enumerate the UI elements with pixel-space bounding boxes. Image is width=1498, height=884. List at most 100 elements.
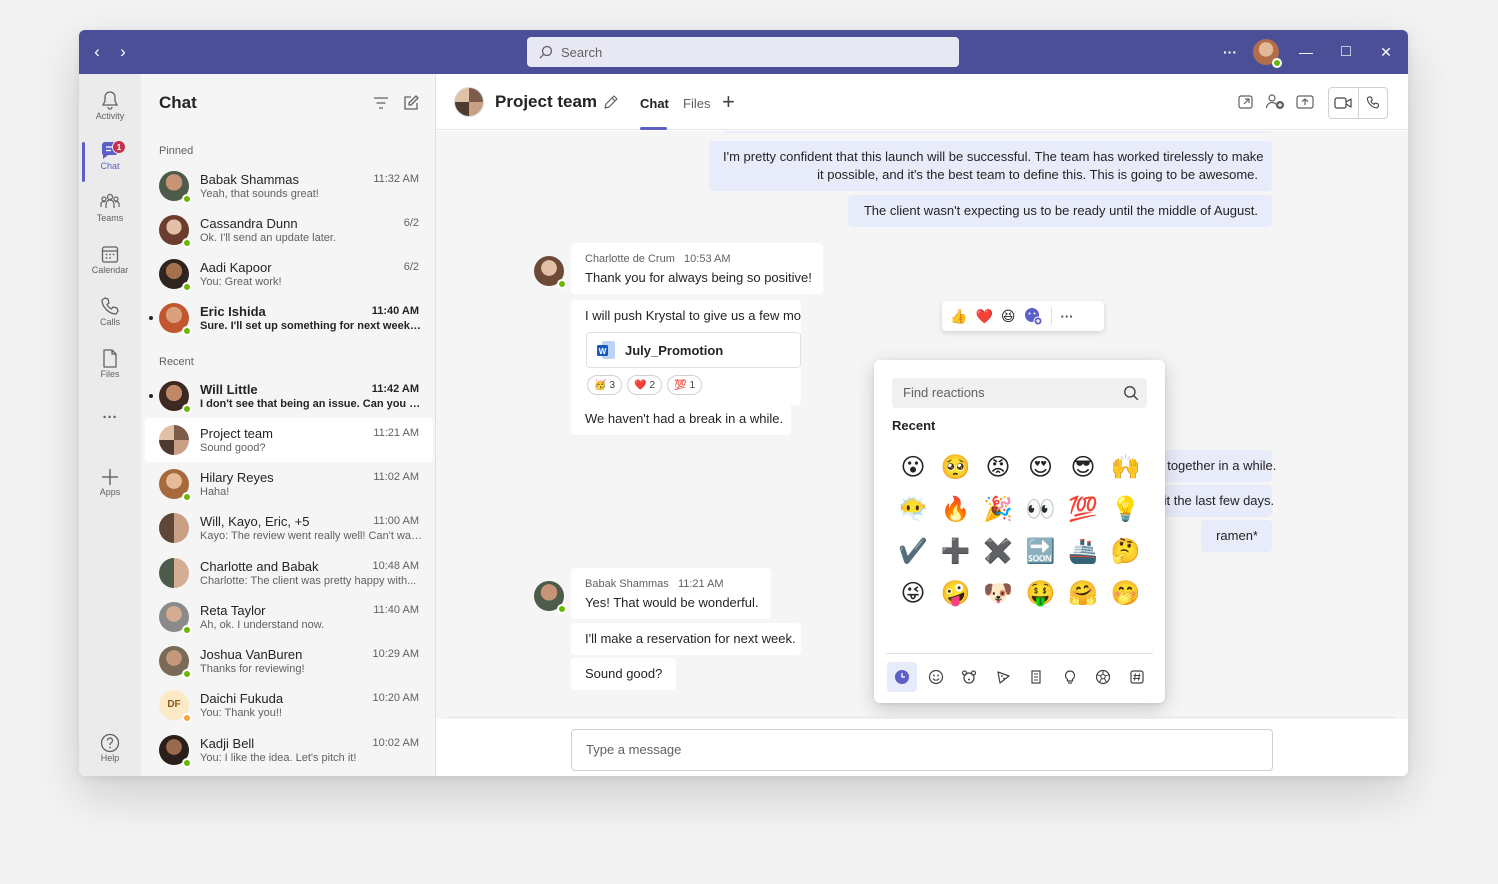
reaction-pill-party[interactable]: 🥳 3 [587, 375, 623, 395]
rail-item-chat[interactable]: 1 Chat [79, 136, 141, 184]
emoji-option[interactable]: 🥺 [935, 447, 977, 489]
emoji-option[interactable]: 😮 [892, 447, 934, 489]
filter-icon[interactable] [372, 94, 390, 112]
back-button[interactable]: ‹ [87, 42, 107, 62]
chat-item-group-will-kayo-eric[interactable]: Will, Kayo, Eric, +5 Kayo: The review we… [145, 506, 433, 550]
rail-item-help[interactable]: Help [79, 728, 141, 776]
emoji-option[interactable]: 🙌 [1105, 447, 1147, 489]
edit-pencil-icon[interactable] [602, 93, 620, 111]
tab-chat[interactable]: Chat [640, 96, 669, 111]
rail-item-apps[interactable]: Apps [79, 462, 141, 510]
more-actions-button[interactable]: ··· [1060, 309, 1073, 324]
emoji-option[interactable]: 🤭 [1105, 573, 1147, 615]
emoji-option[interactable]: 🤑 [1020, 573, 1062, 615]
emoji-option[interactable]: 🔜 [1020, 531, 1062, 573]
profile-avatar[interactable] [1253, 39, 1282, 68]
message-bubble[interactable]: Sound good? [571, 658, 676, 690]
emoji-option[interactable]: 😍 [1020, 447, 1062, 489]
chat-item-reta-taylor[interactable]: Reta Taylor Ah, ok. I understand now. 11… [145, 595, 433, 639]
chat-item-eric-ishida[interactable]: Eric Ishida Sure. I'll set up something … [145, 296, 433, 340]
more-reactions-icon[interactable] [1023, 306, 1043, 326]
emoji-option[interactable]: ✔️ [892, 531, 934, 573]
chat-item-babak-shammas[interactable]: Babak Shammas Yeah, that sounds great! 1… [145, 164, 433, 208]
chat-item-project-team[interactable]: Project team Sound good? 11:21 AM [145, 418, 433, 462]
emoji-option[interactable]: 👀 [1020, 489, 1062, 531]
maximize-button[interactable]: □ [1336, 42, 1356, 62]
emoji-option[interactable]: 🤪 [935, 573, 977, 615]
video-call-button[interactable] [1329, 88, 1358, 118]
add-tab-button[interactable]: + [722, 89, 735, 115]
thumbs-up-reaction[interactable]: 👍 [950, 308, 967, 325]
more-apps-button[interactable]: ··· [79, 408, 141, 434]
search-box[interactable]: Search [527, 37, 959, 67]
chat-item-joshua-vanburen[interactable]: Joshua VanBuren Thanks for reviewing! 10… [145, 639, 433, 683]
chat-item-hilary-reyes[interactable]: Hilary Reyes Haha! 11:02 AM [145, 462, 433, 506]
popout-icon[interactable] [1236, 92, 1256, 112]
chat-item-preview: Sound good? [200, 442, 266, 454]
message-bubble[interactable]: I'll make a reservation for next week. [571, 623, 801, 655]
emoji-option[interactable]: ✖️ [977, 531, 1019, 573]
category-smileys-icon[interactable] [921, 662, 951, 692]
message-bubble[interactable]: I'm pretty confident that this launch wi… [709, 141, 1272, 191]
category-objects-icon[interactable] [1055, 662, 1085, 692]
message-bubble[interactable]: Babak Shammas 11:21 AM Yes! That would b… [571, 568, 771, 619]
chat-item-will-little[interactable]: Will Little I don't see that being an is… [145, 374, 433, 418]
message-bubble[interactable]: We haven't had a break in a while. [571, 403, 791, 435]
emoji-option[interactable]: 🤗 [1062, 573, 1104, 615]
reaction-pill-heart[interactable]: ❤️ 2 [627, 375, 663, 395]
emoji-option[interactable]: 😶‍🌫️ [892, 489, 934, 531]
chat-item-preview: Charlotte: The client was pretty happy w… [200, 575, 417, 587]
emoji-option[interactable]: 😡 [977, 447, 1019, 489]
find-reactions-input[interactable]: Find reactions [892, 378, 1147, 408]
share-screen-icon[interactable] [1295, 92, 1315, 112]
category-food-icon[interactable] [988, 662, 1018, 692]
emoji-option[interactable]: 💯 [1062, 489, 1104, 531]
chat-item-charlotte-and-babak[interactable]: Charlotte and Babak Charlotte: The clien… [145, 551, 433, 595]
message-bubble[interactable]: The client wasn't expecting us to be rea… [848, 195, 1272, 227]
category-activities-icon[interactable] [1088, 662, 1118, 692]
rail-item-files[interactable]: Files [79, 344, 141, 392]
chat-item-daichi-fukuda[interactable]: DF Daichi Fukuda You: Thank you!! 10:20 … [145, 683, 433, 727]
audio-call-button[interactable] [1357, 88, 1388, 118]
chat-item-kadji-bell[interactable]: Kadji Bell You: I like the idea. Let's p… [145, 728, 433, 772]
chat-item-name: Cassandra Dunn [200, 216, 298, 231]
rail-item-activity[interactable]: Activity [79, 86, 141, 134]
close-button[interactable]: ✕ [1376, 42, 1396, 62]
chat-item-time: 10:02 AM [372, 737, 419, 749]
category-places-icon[interactable] [1021, 662, 1051, 692]
forward-button[interactable]: › [113, 42, 133, 62]
chat-item-cassandra-dunn[interactable]: Cassandra Dunn Ok. I'll send an update l… [145, 208, 433, 252]
rail-item-calls[interactable]: Calls [79, 292, 141, 340]
emoji-option[interactable]: 🐶 [977, 573, 1019, 615]
svg-text:W: W [599, 347, 607, 356]
chat-item-aadi-kapoor[interactable]: Aadi Kapoor You: Great work! 6/2 [145, 252, 433, 296]
emoji-option[interactable]: 😜 [892, 573, 934, 615]
heart-reaction[interactable]: ❤️ [975, 308, 992, 325]
emoji-option[interactable]: 💡 [1105, 489, 1147, 531]
minimize-button[interactable]: — [1296, 42, 1316, 62]
rail-item-teams[interactable]: Teams [79, 188, 141, 236]
emoji-option[interactable]: 🚢 [1062, 531, 1104, 573]
emoji-option[interactable]: 😎 [1062, 447, 1104, 489]
emoji-option[interactable]: 🔥 [935, 489, 977, 531]
category-animals-icon[interactable] [954, 662, 984, 692]
new-chat-icon[interactable] [402, 94, 420, 112]
app-rail: Activity 1 Chat Teams Calendar Calls Fil… [79, 74, 141, 776]
message-bubble[interactable]: ramen* [1201, 520, 1272, 552]
message-bubble-cut [724, 131, 1272, 133]
chat-item-preview: Yeah, that sounds great! [200, 188, 319, 200]
emoji-option[interactable]: ➕ [935, 531, 977, 573]
file-attachment[interactable]: W July_Promotion [586, 332, 801, 368]
participants-icon[interactable] [1265, 92, 1285, 112]
reaction-pill-hundred[interactable]: 💯 1 [667, 375, 703, 395]
message-bubble[interactable]: Charlotte de Crum 10:53 AM Thank you for… [571, 243, 823, 294]
message-compose-box[interactable]: Type a message [571, 729, 1273, 771]
laugh-reaction[interactable]: 😆 [1001, 308, 1016, 325]
emoji-option[interactable]: 🤔 [1105, 531, 1147, 573]
emoji-option[interactable]: 🎉 [977, 489, 1019, 531]
tab-files[interactable]: Files [683, 96, 710, 111]
more-options-button[interactable]: ··· [1220, 42, 1240, 62]
category-symbols-icon[interactable] [1122, 662, 1152, 692]
rail-item-calendar[interactable]: Calendar [79, 240, 141, 288]
category-recent-icon[interactable] [887, 662, 917, 692]
